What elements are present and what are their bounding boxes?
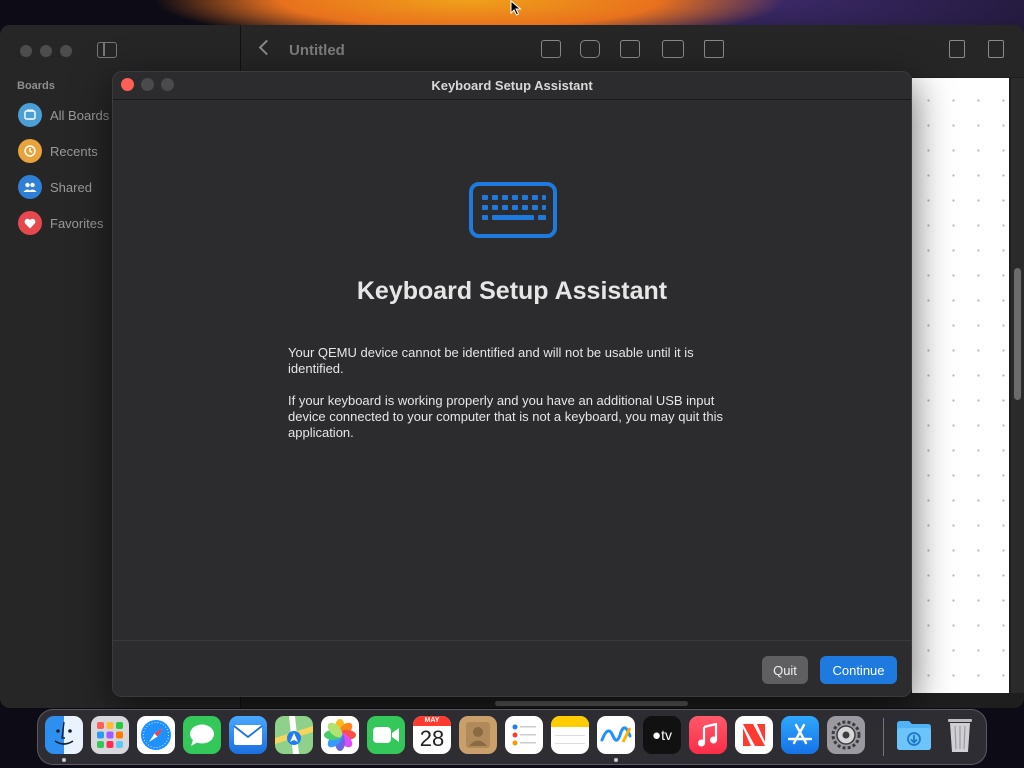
finder-icon[interactable]: [45, 716, 83, 754]
people-icon: [18, 175, 42, 199]
keyboard-setup-assistant-window: Keyboard Setup Assistant Keyboard Setup …: [112, 71, 912, 697]
sidebar-item-label: Shared: [50, 179, 92, 195]
boards-icon: [18, 103, 42, 127]
toolbar: Untitled: [241, 25, 1024, 77]
running-indicator: [614, 758, 618, 762]
sidebar-item-favorites[interactable]: Favorites: [18, 209, 103, 237]
boards-heading: Boards: [17, 80, 55, 92]
dock-separator: [883, 718, 884, 756]
music-icon[interactable]: [689, 716, 727, 754]
shapes-icon[interactable]: [580, 40, 600, 58]
facetime-icon[interactable]: [367, 716, 405, 754]
maps-icon[interactable]: [275, 716, 313, 754]
sidebar-item-all-boards[interactable]: All Boards: [18, 101, 109, 129]
sidebar-item-recents[interactable]: Recents: [18, 137, 98, 165]
calendar-month: MAY: [413, 716, 451, 726]
settings-icon[interactable]: [827, 716, 865, 754]
sidebar-item-label: Favorites: [50, 215, 104, 231]
calendar-icon[interactable]: MAY 28: [413, 716, 451, 754]
launchpad-icon[interactable]: [91, 716, 129, 754]
quit-button[interactable]: Quit: [762, 656, 808, 684]
document-title[interactable]: Untitled: [289, 42, 345, 59]
calendar-day: 28: [419, 726, 445, 751]
share-icon[interactable]: [949, 40, 965, 58]
folder-icon[interactable]: [704, 40, 724, 58]
photos-icon[interactable]: [321, 716, 359, 754]
dialog-paragraph-1: Your QEMU device cannot be identified an…: [288, 345, 694, 376]
dialog-paragraph-2: If your keyboard is working properly and…: [288, 393, 724, 440]
heart-icon: [18, 211, 42, 235]
sidebar-toggle-icon[interactable]: [97, 42, 117, 58]
dialog-heading: Keyboard Setup Assistant: [356, 277, 668, 305]
media-icon[interactable]: [662, 40, 684, 58]
back-chevron-icon[interactable]: [258, 39, 275, 56]
contacts-icon[interactable]: [459, 716, 497, 754]
text-icon[interactable]: [620, 40, 640, 58]
minimize-button-inactive[interactable]: [40, 45, 52, 57]
clock-icon: [18, 139, 42, 163]
close-button-inactive[interactable]: [20, 45, 32, 57]
zoom-button-inactive[interactable]: [60, 45, 72, 57]
freeform-icon[interactable]: [597, 716, 635, 754]
tv-label: tv: [661, 727, 672, 743]
downloads-folder-icon[interactable]: [895, 716, 933, 754]
app-store-icon[interactable]: [781, 716, 819, 754]
sidebar-item-label: All Boards: [50, 107, 110, 123]
continue-button[interactable]: Continue: [820, 656, 897, 684]
notes-icon[interactable]: [551, 716, 589, 754]
keyboard-icon: [469, 182, 557, 238]
dialog-window-title: Keyboard Setup Assistant: [431, 78, 593, 93]
text-box-icon[interactable]: [541, 40, 561, 58]
dialog-footer: Quit Continue: [113, 640, 911, 696]
dialog-titlebar[interactable]: Keyboard Setup Assistant: [113, 72, 911, 100]
horizontal-scrollbar-thumb[interactable]: [495, 701, 688, 706]
safari-icon[interactable]: [137, 716, 175, 754]
vertical-scrollbar-thumb[interactable]: [1014, 268, 1021, 400]
trash-icon[interactable]: [941, 716, 979, 754]
board-canvas[interactable]: [912, 78, 1009, 693]
news-icon[interactable]: [735, 716, 773, 754]
running-indicator: [62, 758, 66, 762]
mail-icon[interactable]: [229, 716, 267, 754]
edit-icon[interactable]: [988, 40, 1004, 58]
reminders-icon[interactable]: [505, 716, 543, 754]
sidebar-item-label: Recents: [50, 143, 98, 159]
messages-icon[interactable]: [183, 716, 221, 754]
dock: MAY 28 ● tv: [37, 709, 987, 765]
tv-icon[interactable]: ● tv: [643, 716, 681, 754]
sidebar-item-shared[interactable]: Shared: [18, 173, 92, 201]
mouse-pointer-icon: [510, 0, 522, 16]
